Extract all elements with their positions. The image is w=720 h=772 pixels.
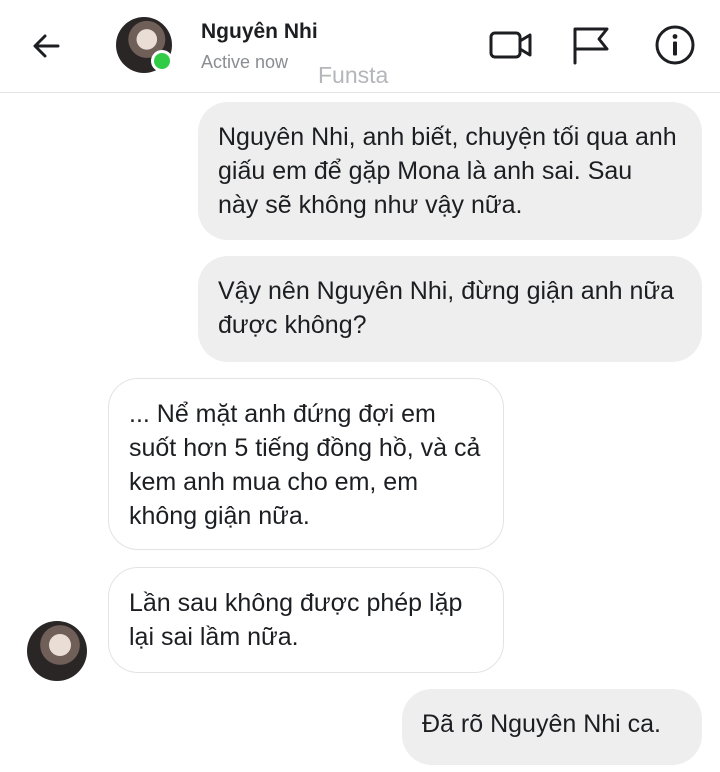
arrow-left-icon bbox=[33, 34, 60, 58]
sender-avatar[interactable] bbox=[27, 621, 87, 681]
watermark: Funsta bbox=[318, 62, 389, 88]
chat-screen: Nguyên Nhi Active now Funsta Nguyên Nhi,… bbox=[0, 0, 720, 772]
video-camera-icon bbox=[489, 31, 532, 59]
message-incoming[interactable]: ... Nể mặt anh đứng đợi em suốt hơn 5 ti… bbox=[108, 378, 504, 550]
message-outgoing[interactable]: Đã rõ Nguyên Nhi ca. bbox=[402, 689, 702, 765]
message-outgoing[interactable]: Nguyên Nhi, anh biết, chuyện tối qua anh… bbox=[198, 102, 702, 240]
message-outgoing[interactable]: Vậy nên Nguyên Nhi, đừng giận anh nữa đư… bbox=[198, 256, 702, 362]
chat-header: Nguyên Nhi Active now Funsta bbox=[0, 0, 720, 93]
online-status-dot bbox=[151, 50, 173, 72]
active-status: Active now bbox=[201, 52, 289, 72]
contact-avatar[interactable] bbox=[116, 17, 173, 73]
back-button[interactable] bbox=[24, 26, 68, 66]
flag-icon bbox=[573, 27, 609, 65]
message-incoming[interactable]: Lần sau không được phép lặp lại sai lầm … bbox=[108, 567, 504, 673]
video-call-button[interactable] bbox=[488, 22, 534, 68]
contact-name[interactable]: Nguyên Nhi bbox=[201, 20, 318, 44]
report-button[interactable] bbox=[568, 22, 614, 68]
info-icon bbox=[655, 25, 695, 65]
info-button[interactable] bbox=[652, 22, 698, 68]
